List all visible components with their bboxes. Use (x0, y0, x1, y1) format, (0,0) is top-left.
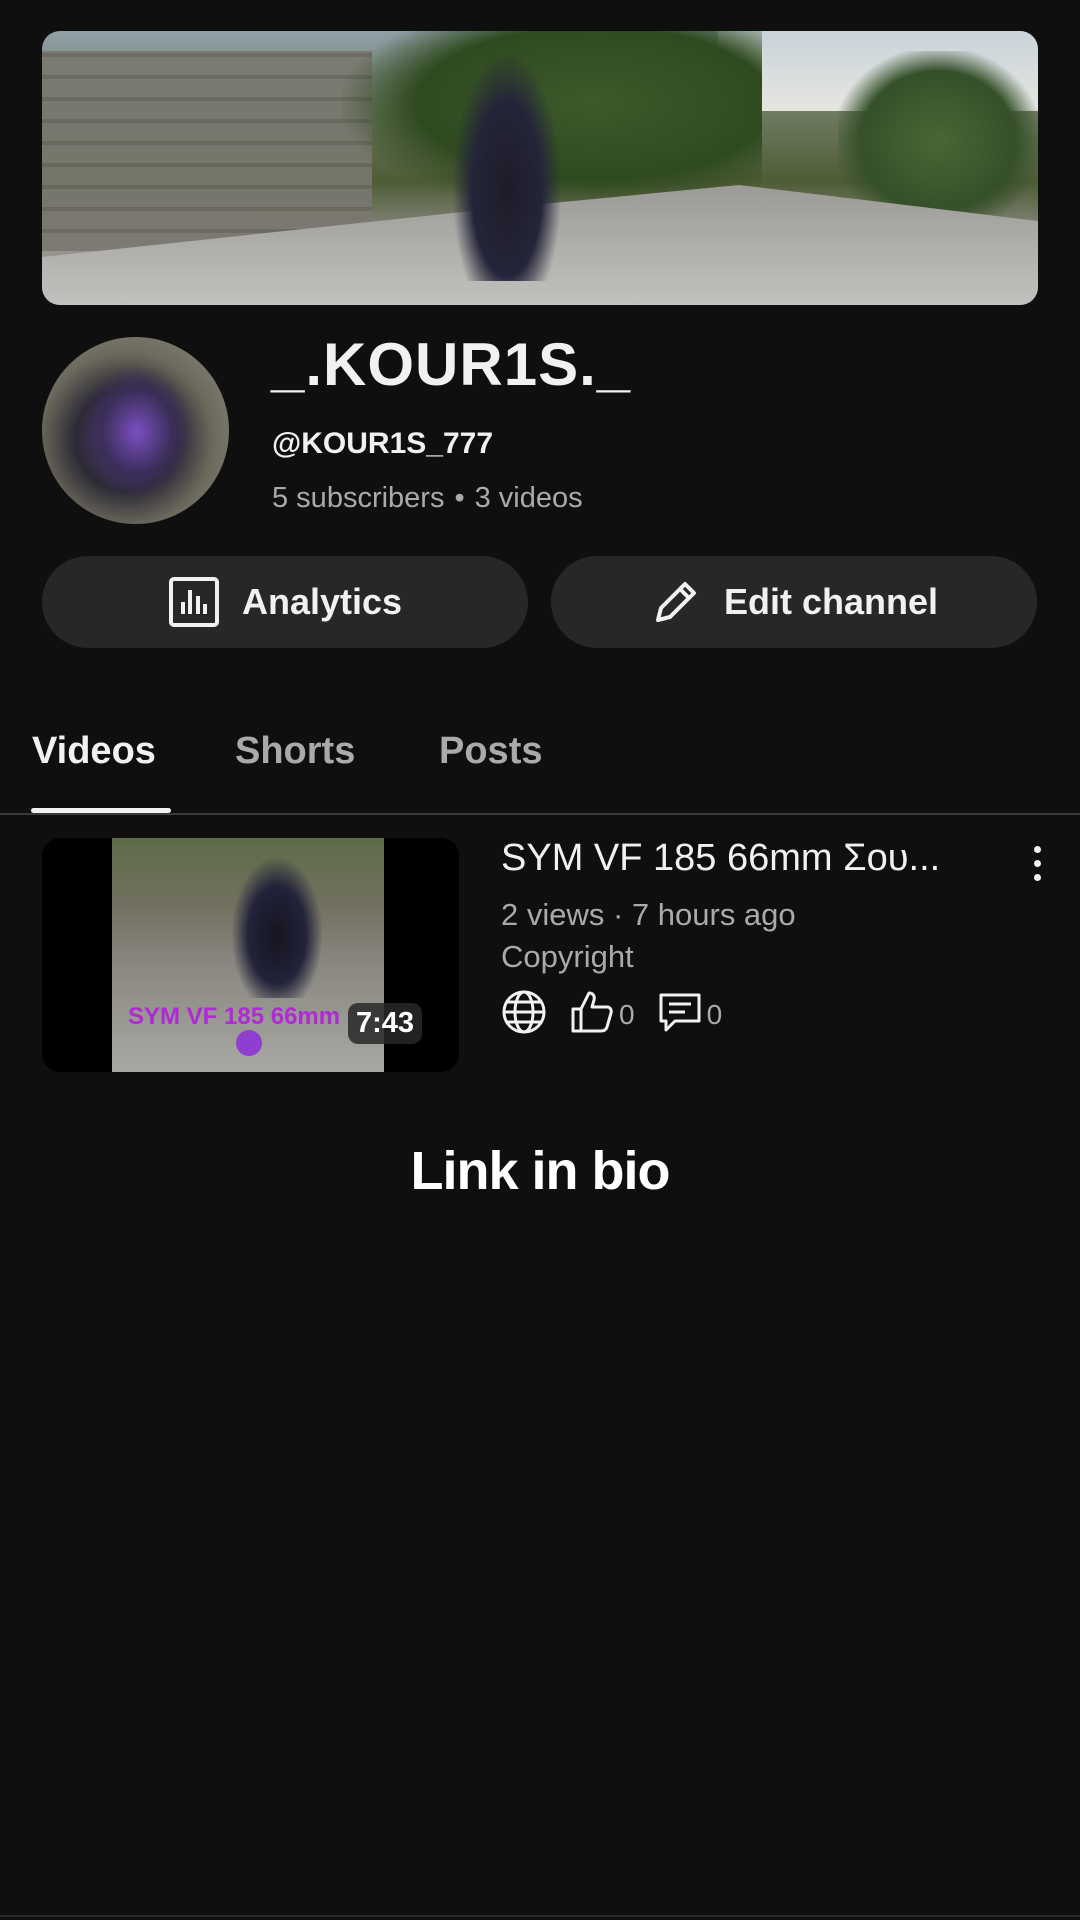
subscriber-count: 5 subscribers (272, 482, 445, 514)
more-options-icon[interactable] (1024, 844, 1052, 884)
channel-avatar[interactable] (42, 337, 229, 524)
video-stats-row: 0 0 (501, 990, 744, 1038)
bottom-divider (0, 1915, 1080, 1917)
channel-handle: @KOUR1S_777 (272, 427, 494, 460)
thumbs-up-icon (569, 989, 615, 1042)
visibility-status (501, 989, 547, 1042)
stats-separator: • (454, 482, 465, 514)
channel-stats: 5 subscribers • 3 videos (272, 482, 583, 515)
video-title[interactable]: SYM VF 185 66mm Σου... (501, 837, 1001, 880)
tab-posts[interactable]: Posts (439, 730, 542, 773)
video-duration: 7:43 (348, 1003, 423, 1044)
tab-shorts[interactable]: Shorts (235, 730, 355, 773)
video-meta: 2 views · 7 hours ago (501, 897, 796, 932)
tab-videos[interactable]: Videos (32, 730, 156, 773)
comments-stat: 0 (657, 989, 723, 1042)
channel-banner (42, 31, 1038, 305)
analytics-icon (168, 576, 220, 628)
like-count: 0 (619, 999, 635, 1030)
video-count: 3 videos (474, 482, 583, 514)
video-thumbnail[interactable]: SYM VF 185 66mm 7:43 (42, 838, 459, 1072)
edit-channel-label: Edit channel (723, 581, 939, 622)
devil-emoji-icon (236, 1030, 262, 1056)
comment-icon (657, 989, 703, 1042)
channel-tabs: Videos Shorts Posts (0, 720, 1080, 815)
thumbnail-caption: SYM VF 185 66mm (128, 1003, 341, 1030)
analytics-button[interactable]: Analytics (42, 556, 528, 648)
link-in-bio-overlay: Link in bio (410, 1141, 671, 1201)
pencil-icon (650, 576, 702, 628)
channel-name: _.KOUR1S._ (271, 331, 632, 398)
analytics-label: Analytics (241, 581, 403, 622)
edit-channel-button[interactable]: Edit channel (551, 556, 1037, 648)
comment-count: 0 (706, 999, 723, 1030)
tabs-divider (0, 813, 1080, 815)
likes-stat: 0 (569, 989, 635, 1042)
globe-icon (501, 989, 547, 1042)
video-license: Copyright (501, 939, 634, 974)
